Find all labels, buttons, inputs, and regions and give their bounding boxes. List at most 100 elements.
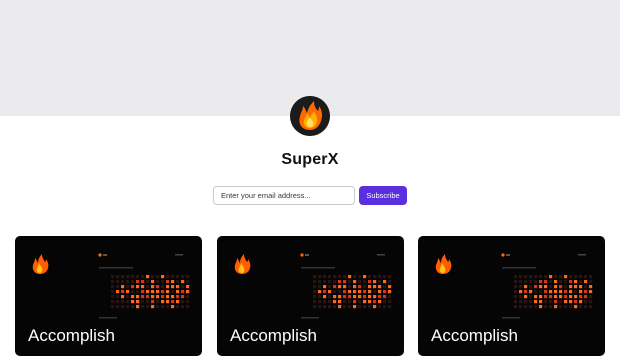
cover-cell (156, 290, 160, 294)
cover-cell (388, 300, 392, 304)
cover-cell (574, 285, 578, 289)
cover-cell (313, 305, 317, 309)
cover-cell (383, 285, 387, 289)
cover-cell (136, 290, 140, 294)
cover-cell (333, 300, 337, 304)
cover-cell (584, 295, 588, 299)
cover-cell (524, 295, 528, 299)
cover-cell (131, 295, 135, 299)
cover-cell (549, 300, 553, 304)
cover-cell (318, 275, 322, 279)
cover-cell (353, 300, 357, 304)
cover-cell (161, 275, 165, 279)
cover-cell (564, 285, 568, 289)
cover-cell (126, 275, 130, 279)
cover-cell (313, 285, 317, 289)
cover-cell (116, 280, 120, 284)
post-card[interactable]: Accomplish (217, 236, 404, 356)
cover-cell (544, 290, 548, 294)
cover-cell (328, 280, 332, 284)
cover-cell (539, 305, 543, 309)
cover-cell (146, 300, 150, 304)
cover-cell (383, 290, 387, 294)
cover-cell (383, 295, 387, 299)
cover-cell (126, 305, 130, 309)
cover-cell (589, 280, 593, 284)
cover-cell (579, 285, 583, 289)
cover-cell (181, 280, 185, 284)
post-card[interactable]: Accomplish (418, 236, 605, 356)
cover-cell (524, 300, 528, 304)
cover-cell (559, 295, 563, 299)
cover-cell (111, 290, 115, 294)
cover-cell (564, 300, 568, 304)
cover-cell (353, 280, 357, 284)
publication-logo[interactable] (290, 96, 330, 136)
cover-cell (534, 275, 538, 279)
cover-cell (338, 285, 342, 289)
cover-cell (544, 300, 548, 304)
cover-cell (584, 285, 588, 289)
cover-cell (378, 285, 382, 289)
cover-cell (161, 295, 165, 299)
cover-cell (131, 285, 135, 289)
cover-cell (186, 280, 190, 284)
cover-cell (358, 305, 362, 309)
cover-cell (534, 300, 538, 304)
cover-cell (146, 275, 150, 279)
post-title: Accomplish (431, 326, 518, 345)
cover-cell (146, 295, 150, 299)
cover-cell (171, 275, 175, 279)
post-card[interactable]: Accomplish (15, 236, 202, 356)
cover-cell (363, 305, 367, 309)
cover-cell (519, 275, 523, 279)
cover-cell (363, 295, 367, 299)
cover-cell (569, 290, 573, 294)
cover-cell (569, 295, 573, 299)
cover-cell (186, 305, 190, 309)
email-input[interactable] (213, 186, 355, 205)
cover-cell (368, 280, 372, 284)
cover-cell (529, 285, 533, 289)
cover-cell (126, 290, 130, 294)
cover-cell (529, 290, 533, 294)
cover-cell (136, 285, 140, 289)
cover-cell (146, 305, 150, 309)
cover-cell (171, 280, 175, 284)
cover-cell (348, 305, 352, 309)
cover-cell (534, 285, 538, 289)
cover-cell (156, 295, 160, 299)
cover-cell (519, 305, 523, 309)
cover-cell (318, 295, 322, 299)
cover-cell (186, 300, 190, 304)
cover-cell (579, 295, 583, 299)
cover-cell (589, 290, 593, 294)
cover-cell (171, 290, 175, 294)
cover-cell (589, 295, 593, 299)
cover-cell (353, 290, 357, 294)
cover-cell (539, 280, 543, 284)
cover-cell (574, 305, 578, 309)
cover-cell (323, 285, 327, 289)
cover-cell (579, 300, 583, 304)
cover-cell (328, 275, 332, 279)
cover-cell (111, 280, 115, 284)
cover-cell (343, 290, 347, 294)
cover-cell (111, 285, 115, 289)
cover-cell (569, 300, 573, 304)
cover-cell (589, 275, 593, 279)
cover-cell (151, 295, 155, 299)
cover-cell (579, 305, 583, 309)
cover-cell (383, 280, 387, 284)
subscribe-button[interactable]: Subscribe (359, 186, 407, 205)
cover-cell (323, 300, 327, 304)
cover-cell (151, 305, 155, 309)
cover-cell (161, 305, 165, 309)
cover-cell (524, 280, 528, 284)
cover-cell (131, 305, 135, 309)
cover-cell (136, 295, 140, 299)
cover-cell (358, 290, 362, 294)
cover-cell (136, 280, 140, 284)
post-title: Accomplish (230, 326, 317, 345)
cover-cell (368, 275, 372, 279)
